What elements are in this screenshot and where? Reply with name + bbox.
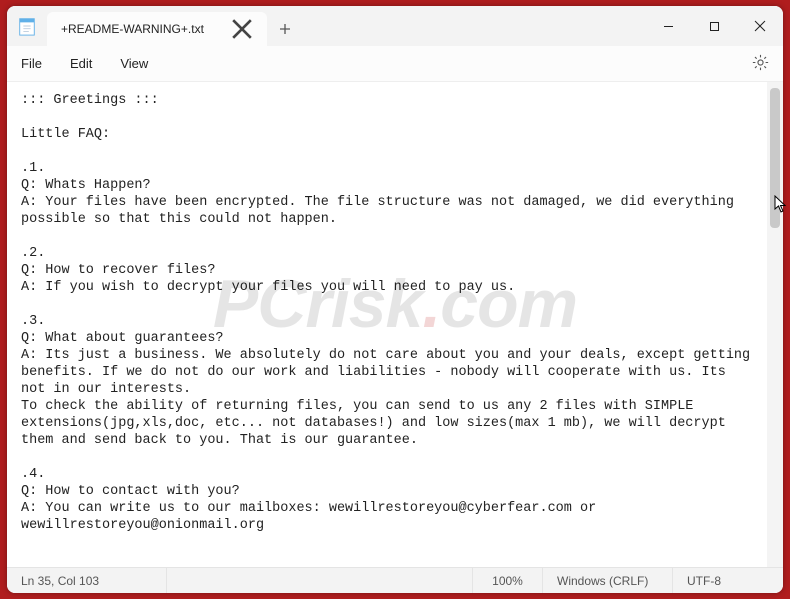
status-encoding: UTF-8 [673,568,783,593]
status-spacer [167,568,473,593]
notepad-window: +README-WARNING+.txt File Edit View ::: … [7,6,783,593]
text-content[interactable]: ::: Greetings ::: Little FAQ: .1. Q: Wha… [7,82,767,567]
tab-close-icon[interactable] [231,18,253,40]
editor-area: ::: Greetings ::: Little FAQ: .1. Q: Wha… [7,82,783,567]
scrollbar-thumb[interactable] [770,88,780,228]
status-zoom[interactable]: 100% [473,568,543,593]
notepad-app-icon [7,6,41,46]
titlebar: +README-WARNING+.txt [7,6,783,46]
close-button[interactable] [737,6,783,46]
tab-active[interactable]: +README-WARNING+.txt [47,12,267,46]
statusbar: Ln 35, Col 103 100% Windows (CRLF) UTF-8 [7,567,783,593]
status-line-endings: Windows (CRLF) [543,568,673,593]
vertical-scrollbar[interactable] [767,82,783,567]
menubar: File Edit View [7,46,783,82]
titlebar-drag-region[interactable] [303,6,645,46]
tab-title: +README-WARNING+.txt [61,22,223,36]
minimize-button[interactable] [645,6,691,46]
status-cursor: Ln 35, Col 103 [7,568,167,593]
maximize-button[interactable] [691,6,737,46]
new-tab-button[interactable] [267,12,303,46]
settings-button[interactable] [752,54,769,74]
menu-file[interactable]: File [21,56,42,71]
menu-edit[interactable]: Edit [70,56,92,71]
menu-view[interactable]: View [120,56,148,71]
